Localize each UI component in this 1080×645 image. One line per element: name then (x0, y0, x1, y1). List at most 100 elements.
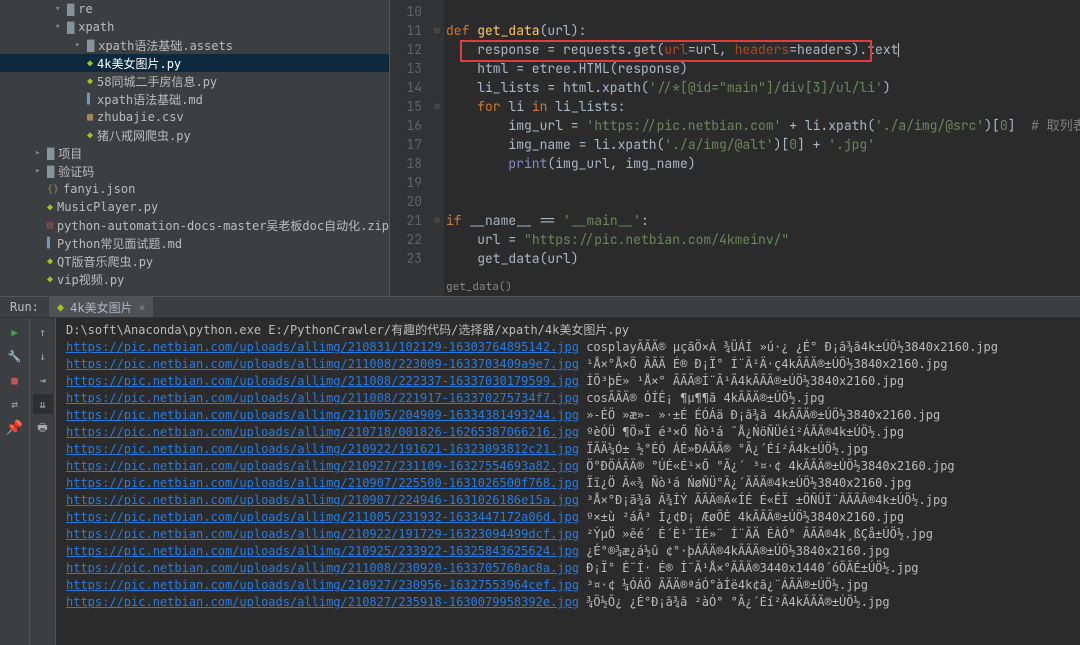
chevron-icon[interactable]: ▸ (75, 40, 87, 50)
console-line: https://pic.netbian.com/uploads/allimg/2… (66, 543, 1070, 560)
tree-item[interactable]: ▌xpath语法基础.md (0, 90, 389, 108)
tree-item[interactable]: ▾▇ re (0, 0, 389, 18)
tree-item[interactable]: ◆ vip视频.py (0, 270, 389, 288)
console-line: https://pic.netbian.com/uploads/allimg/2… (66, 407, 1070, 424)
tree-label: 验证码 (58, 163, 94, 180)
folder-icon: ▇ (47, 164, 54, 178)
python-file-icon: ◆ (87, 58, 93, 69)
markdown-file-icon: ▌ (47, 238, 53, 249)
console-line: https://pic.netbian.com/uploads/allimg/2… (66, 577, 1070, 594)
tree-item[interactable]: ◆4k美女图片.py (0, 54, 389, 72)
chevron-icon[interactable]: ▾ (55, 4, 67, 14)
json-file-icon: {} (47, 184, 59, 195)
layout-button[interactable]: ⇄ (5, 394, 25, 414)
python-file-icon: ◆ (47, 274, 53, 285)
tree-label: fanyi.json (63, 182, 135, 196)
tree-item[interactable]: ▾▇ xpath (0, 18, 389, 36)
pin-button[interactable]: 📌 (5, 418, 25, 438)
folder-icon: ▇ (67, 2, 74, 16)
console-line: https://pic.netbian.com/uploads/allimg/2… (66, 373, 1070, 390)
run-tab-title: 4k美女图片 (70, 299, 132, 316)
scroll-button[interactable]: ⇊ (33, 394, 53, 414)
console-link[interactable]: https://pic.netbian.com/uploads/allimg/2… (66, 527, 579, 541)
tree-label: vip视频.py (57, 271, 124, 288)
console-line: https://pic.netbian.com/uploads/allimg/2… (66, 339, 1070, 356)
run-tab[interactable]: ◆ 4k美女图片 × (49, 297, 153, 317)
tree-item[interactable]: ▤python-automation-docs-master吴老板doc自动化.… (0, 216, 389, 234)
tree-item[interactable]: ◆ 58同城二手房信息.py (0, 72, 389, 90)
run-tool-window-header: Run: ◆ 4k美女图片 × (0, 296, 1080, 318)
chevron-icon[interactable]: ▾ (55, 22, 67, 32)
folder-icon: ▇ (47, 146, 54, 160)
console-link[interactable]: https://pic.netbian.com/uploads/allimg/2… (66, 578, 579, 592)
tree-item[interactable]: ▌Python常见面试题.md (0, 234, 389, 252)
fold-column[interactable]: ⊟⊟⊟ (430, 0, 444, 296)
tree-label: QT版音乐爬虫.py (57, 253, 153, 270)
run-label: Run: (0, 300, 49, 314)
project-tree[interactable]: ▾▇re▾▇xpath▸▇xpath语法基础.assets◆4k美女图片.py◆… (0, 0, 390, 296)
breadcrumb[interactable]: get_data() (446, 278, 512, 296)
chevron-icon[interactable]: ▸ (35, 166, 47, 176)
code-area[interactable]: def get_data(url): response = requests.g… (446, 0, 1080, 268)
console-link[interactable]: https://pic.netbian.com/uploads/allimg/2… (66, 493, 579, 507)
console-header: D:\soft\Anaconda\python.exe E:/PythonCra… (66, 322, 1070, 339)
run-toolbar-inner: ↑ ↓ ⇥ ⇊ 🖶 (30, 318, 56, 645)
tree-item[interactable]: ▸▇xpath语法基础.assets (0, 36, 389, 54)
tree-label: zhubajie.csv (97, 110, 184, 124)
console-line: https://pic.netbian.com/uploads/allimg/2… (66, 560, 1070, 577)
python-file-icon: ◆ (87, 130, 93, 141)
tree-label: python-automation-docs-master吴老板doc自动化.z… (57, 217, 389, 234)
console-link[interactable]: https://pic.netbian.com/uploads/allimg/2… (66, 595, 579, 609)
tree-label: 项目 (58, 145, 82, 162)
down-button[interactable]: ↓ (33, 346, 53, 366)
settings-button[interactable]: 🔧 (5, 346, 25, 366)
console-line: https://pic.netbian.com/uploads/allimg/2… (66, 458, 1070, 475)
code-editor[interactable]: 1011121314151617181920212223 ⊟⊟⊟ def get… (390, 0, 1080, 296)
console-link[interactable]: https://pic.netbian.com/uploads/allimg/2… (66, 561, 579, 575)
console-link[interactable]: https://pic.netbian.com/uploads/allimg/2… (66, 476, 579, 490)
tree-label: MusicPlayer.py (57, 200, 158, 214)
up-button[interactable]: ↑ (33, 322, 53, 342)
python-file-icon: ◆ (47, 256, 53, 267)
console-line: https://pic.netbian.com/uploads/allimg/2… (66, 509, 1070, 526)
console-line: https://pic.netbian.com/uploads/allimg/2… (66, 526, 1070, 543)
tree-item[interactable]: ▸▇ 项目 (0, 144, 389, 162)
console-link[interactable]: https://pic.netbian.com/uploads/allimg/2… (66, 340, 579, 354)
chevron-icon[interactable]: ▸ (35, 148, 47, 158)
python-file-icon: ◆ (87, 76, 93, 87)
console-link[interactable]: https://pic.netbian.com/uploads/allimg/2… (66, 357, 579, 371)
tree-label: xpath (78, 20, 114, 34)
tree-label: re (78, 2, 92, 16)
console-link[interactable]: https://pic.netbian.com/uploads/allimg/2… (66, 425, 579, 439)
console-line: https://pic.netbian.com/uploads/allimg/2… (66, 356, 1070, 373)
console-line: https://pic.netbian.com/uploads/allimg/2… (66, 390, 1070, 407)
tree-item[interactable]: ◆MusicPlayer.py (0, 198, 389, 216)
tree-item[interactable]: ▸▇ 验证码 (0, 162, 389, 180)
tree-label: 58同城二手房信息.py (97, 73, 217, 90)
console-line: https://pic.netbian.com/uploads/allimg/2… (66, 492, 1070, 509)
tree-item[interactable]: ▦zhubajie.csv (0, 108, 389, 126)
close-icon[interactable]: × (139, 301, 146, 314)
tree-label: 猪八戒网爬虫.py (97, 127, 191, 144)
rerun-button[interactable]: ▶ (5, 322, 25, 342)
tree-item[interactable]: ◆ QT版音乐爬虫.py (0, 252, 389, 270)
stop-button[interactable]: ■ (5, 370, 25, 390)
console-line: https://pic.netbian.com/uploads/allimg/2… (66, 475, 1070, 492)
console-link[interactable]: https://pic.netbian.com/uploads/allimg/2… (66, 408, 579, 422)
console-link[interactable]: https://pic.netbian.com/uploads/allimg/2… (66, 544, 579, 558)
tree-label: xpath语法基础.assets (98, 37, 233, 54)
console-link[interactable]: https://pic.netbian.com/uploads/allimg/2… (66, 391, 579, 405)
console-link[interactable]: https://pic.netbian.com/uploads/allimg/2… (66, 442, 579, 456)
folder-icon: ▇ (67, 20, 74, 34)
console-line: https://pic.netbian.com/uploads/allimg/2… (66, 594, 1070, 611)
markdown-file-icon: ▌ (87, 94, 93, 105)
console-link[interactable]: https://pic.netbian.com/uploads/allimg/2… (66, 510, 579, 524)
console-output[interactable]: D:\soft\Anaconda\python.exe E:/PythonCra… (56, 318, 1080, 645)
console-link[interactable]: https://pic.netbian.com/uploads/allimg/2… (66, 374, 579, 388)
console-link[interactable]: https://pic.netbian.com/uploads/allimg/2… (66, 459, 579, 473)
wrap-button[interactable]: ⇥ (33, 370, 53, 390)
print-button[interactable]: 🖶 (33, 418, 53, 438)
tree-item[interactable]: {} fanyi.json (0, 180, 389, 198)
line-gutter: 1011121314151617181920212223 (390, 0, 430, 296)
tree-item[interactable]: ◆ 猪八戒网爬虫.py (0, 126, 389, 144)
